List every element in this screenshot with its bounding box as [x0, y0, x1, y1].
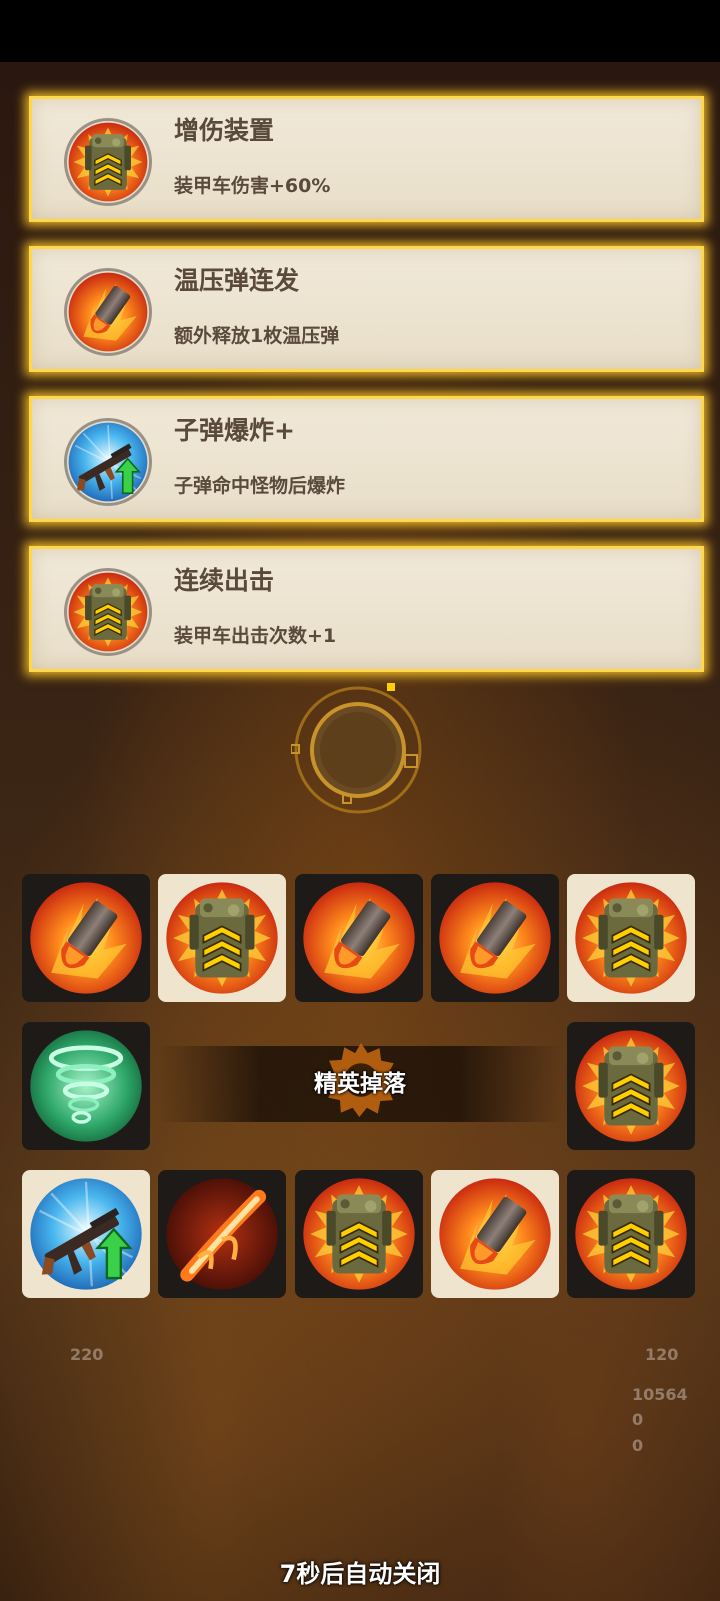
armor-boost-icon: [301, 1176, 417, 1292]
fire-bullet-icon: [301, 880, 417, 996]
skill-card[interactable]: 连续出击 装甲车出击次数+1: [29, 546, 704, 672]
armor-boost-icon: [573, 880, 689, 996]
fire-bullet-icon: [437, 880, 553, 996]
skill-title: 子弹爆炸+: [174, 416, 295, 445]
fire-bullet-icon: [437, 1176, 553, 1292]
armor-boost-icon: [573, 1028, 689, 1144]
skill-title: 温压弹连发: [174, 266, 300, 295]
reward-slot[interactable]: [431, 1170, 559, 1298]
elite-drop-label: 精英掉落: [314, 1071, 406, 1097]
skill-description: 额外释放1枚温压弹: [174, 325, 340, 347]
skill-title: 增伤装置: [174, 116, 275, 145]
skill-description: 装甲车出击次数+1: [174, 625, 337, 647]
armor-boost-icon: [573, 1176, 689, 1292]
stat-value: 0: [632, 1410, 644, 1429]
armor-boost-icon: [64, 568, 152, 656]
reticle-icon: [291, 683, 422, 814]
flame-slash-icon: [164, 1176, 280, 1292]
skill-title: 连续出击: [174, 566, 275, 595]
reward-slot[interactable]: [567, 1170, 695, 1298]
skill-card[interactable]: 子弹爆炸+ 子弹命中怪物后爆炸: [29, 396, 704, 522]
skill-card[interactable]: 温压弹连发 额外释放1枚温压弹: [29, 246, 704, 372]
reward-slot[interactable]: [22, 874, 150, 1002]
auto-close-text: 7秒后自动关闭: [279, 1560, 441, 1588]
reward-slot[interactable]: [295, 874, 423, 1002]
skill-description: 子弹命中怪物后爆炸: [174, 475, 346, 497]
stat-value: 10564: [632, 1385, 688, 1404]
fire-bullet-icon: [28, 880, 144, 996]
reward-slot[interactable]: [567, 874, 695, 1002]
energy-right: 120: [645, 1345, 679, 1364]
skill-card[interactable]: 增伤装置 装甲车伤害+60%: [29, 96, 704, 222]
status-bar: [0, 0, 720, 62]
reward-slot[interactable]: [158, 1170, 286, 1298]
armor-boost-icon: [164, 880, 280, 996]
skill-description: 装甲车伤害+60%: [174, 175, 331, 197]
armor-boost-icon: [64, 118, 152, 206]
tornado-icon: [28, 1028, 144, 1144]
rifle-upgrade-icon: [28, 1176, 144, 1292]
reward-slot[interactable]: [22, 1022, 150, 1150]
stat-value: 0: [632, 1436, 644, 1455]
reward-slot[interactable]: [567, 1022, 695, 1150]
energy-left: 220: [70, 1345, 104, 1364]
reward-slot[interactable]: [431, 874, 559, 1002]
reward-slot[interactable]: [22, 1170, 150, 1298]
reward-slot[interactable]: [295, 1170, 423, 1298]
reward-slot[interactable]: [158, 874, 286, 1002]
rifle-upgrade-icon: [64, 418, 152, 506]
fire-bullet-icon: [64, 268, 152, 356]
